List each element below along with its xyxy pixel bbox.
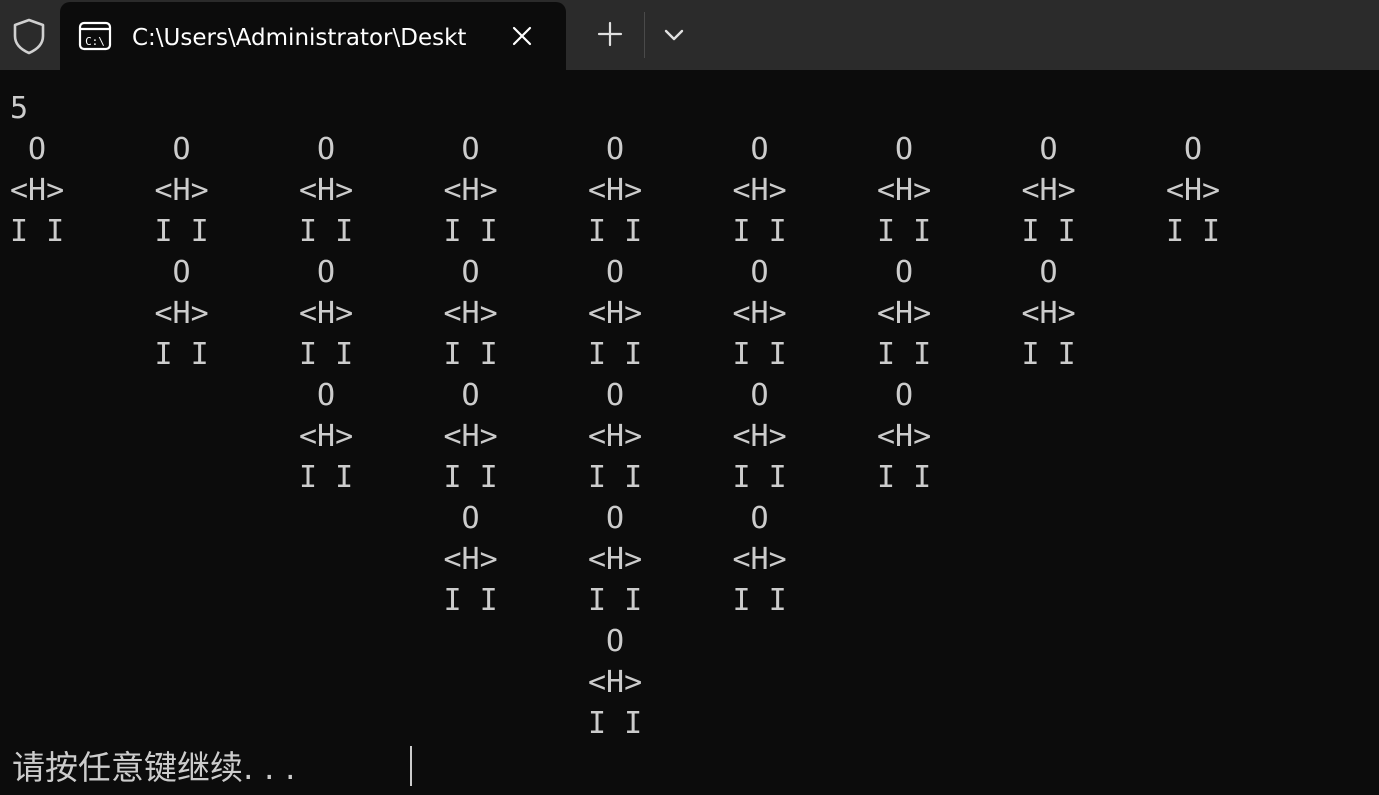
chevron-down-icon[interactable] [660, 22, 688, 48]
pause-prompt: 请按任意键继续. . . [12, 748, 296, 787]
console-line: <H> <H> <H> <H> <H> <H> <H> <H> <H> [10, 173, 1221, 208]
terminal-icon: C:\ [78, 21, 112, 51]
shield-icon[interactable] [10, 16, 48, 56]
console-line: O O O O O O O [10, 255, 1058, 290]
console-line: I I I I I I I I I I I I I I I I I I [10, 214, 1221, 249]
console-line: <H> <H> <H> <H> <H> [10, 419, 932, 454]
console-line: I I I I I I I I I I I I I I [10, 337, 1076, 372]
console-line: 5 [10, 91, 29, 126]
console-line: O O O O O O O O O [10, 132, 1203, 167]
plus-icon[interactable] [594, 18, 626, 50]
console-line: <H> <H> <H> [10, 542, 787, 577]
tab-title: C:\Users\Administrator\Deskt [132, 25, 467, 51]
console-line: O [10, 624, 625, 659]
text-cursor [410, 746, 412, 786]
console-line: I I I I I I I I I I [10, 460, 932, 495]
console-line: I I I I I I [10, 583, 787, 618]
titlebar-divider [644, 12, 645, 58]
console-output[interactable]: 5 O O O O O O O O O <H> <H> <H> <H> <H> … [0, 70, 1379, 795]
title-bar: C:\ C:\Users\Administrator\Deskt [0, 0, 1379, 70]
tab-terminal[interactable]: C:\ C:\Users\Administrator\Deskt [60, 2, 566, 70]
close-icon[interactable] [508, 22, 536, 50]
console-line: I I [10, 706, 643, 741]
console-line: O O O [10, 501, 769, 536]
console-line: <H> [10, 665, 643, 700]
console-line: <H> <H> <H> <H> <H> <H> <H> [10, 296, 1076, 331]
svg-text:C:\: C:\ [85, 35, 105, 48]
console-line: O O O O O [10, 378, 914, 413]
